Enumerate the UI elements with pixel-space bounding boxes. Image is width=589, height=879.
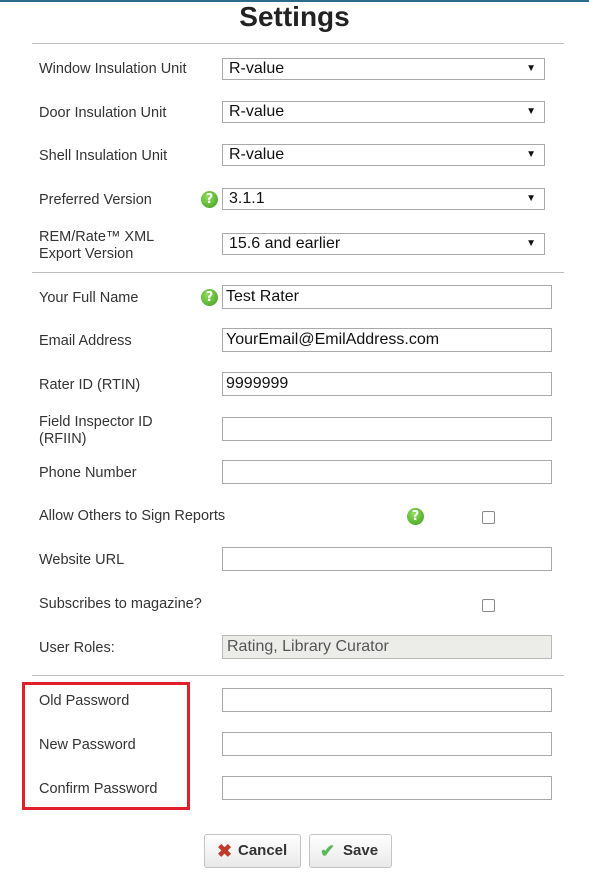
xml-export-label: REM/Rate™ XML Export Version xyxy=(39,229,154,263)
page-title: Settings xyxy=(239,1,350,32)
xml-export-value: 15.6 and earlier xyxy=(229,235,341,252)
window-insulation-label: Window Insulation Unit xyxy=(39,61,187,77)
old-password-input[interactable] xyxy=(222,688,552,712)
phone-label: Phone Number xyxy=(39,465,137,481)
magazine-label: Subscribes to magazine? xyxy=(39,596,202,612)
website-input[interactable] xyxy=(222,547,552,571)
dropdown-arrow-icon: ▼ xyxy=(526,63,536,74)
dropdown-arrow-icon: ▼ xyxy=(526,149,536,160)
save-button[interactable]: ✔ Save xyxy=(309,834,392,868)
save-button-label: Save xyxy=(343,842,379,859)
preferred-version-select[interactable]: 3.1.1 ▼ xyxy=(222,188,545,210)
field-inspector-label: Field Inspector ID (RFIIN) xyxy=(39,414,153,448)
full-name-input[interactable]: Test Rater xyxy=(222,285,552,309)
shell-insulation-select[interactable]: R-value ▼ xyxy=(222,144,545,166)
rater-id-label: Rater ID (RTIN) xyxy=(39,377,141,393)
shell-insulation-value: R-value xyxy=(229,146,285,163)
dropdown-arrow-icon: ▼ xyxy=(526,193,536,204)
xml-export-select[interactable]: 15.6 and earlier ▼ xyxy=(222,233,545,255)
new-password-input[interactable] xyxy=(222,732,552,756)
door-insulation-select[interactable]: R-value ▼ xyxy=(222,101,545,123)
user-roles-field: Rating, Library Curator xyxy=(222,635,552,659)
divider-middle xyxy=(32,272,564,273)
user-roles-label: User Roles: xyxy=(39,640,115,656)
old-password-label: Old Password xyxy=(39,693,130,709)
allow-sign-checkbox[interactable] xyxy=(482,511,495,524)
help-icon[interactable]: ? xyxy=(407,508,424,525)
door-insulation-value: R-value xyxy=(229,103,285,120)
confirm-password-label: Confirm Password xyxy=(39,781,158,797)
full-name-label: Your Full Name xyxy=(39,290,139,306)
divider-top xyxy=(32,43,564,44)
field-inspector-label-line1: Field Inspector ID xyxy=(39,414,153,430)
divider-bottom xyxy=(32,675,564,676)
email-label: Email Address xyxy=(39,333,132,349)
x-icon: ✖ xyxy=(217,841,233,861)
rater-id-input[interactable]: 9999999 xyxy=(222,372,552,396)
field-inspector-input[interactable] xyxy=(222,417,552,441)
confirm-password-input[interactable] xyxy=(222,776,552,800)
preferred-version-value: 3.1.1 xyxy=(229,190,265,207)
door-insulation-label: Door Insulation Unit xyxy=(39,105,167,121)
help-icon[interactable]: ? xyxy=(201,191,218,208)
dropdown-arrow-icon: ▼ xyxy=(526,238,536,249)
preferred-version-label: Preferred Version xyxy=(39,192,152,208)
xml-export-label-line1: REM/Rate™ XML xyxy=(39,229,155,245)
help-icon[interactable]: ? xyxy=(201,289,218,306)
new-password-label: New Password xyxy=(39,737,136,753)
magazine-checkbox[interactable] xyxy=(482,599,495,612)
window-insulation-select[interactable]: R-value ▼ xyxy=(222,58,545,80)
email-input[interactable]: YourEmail@EmilAddress.com xyxy=(222,328,552,352)
cancel-button-label: Cancel xyxy=(238,842,288,859)
shell-insulation-label: Shell Insulation Unit xyxy=(39,148,168,164)
website-label: Website URL xyxy=(39,552,125,568)
allow-sign-label: Allow Others to Sign Reports xyxy=(39,508,226,524)
dropdown-arrow-icon: ▼ xyxy=(526,106,536,117)
window-insulation-value: R-value xyxy=(229,60,285,77)
cancel-button[interactable]: ✖ Cancel xyxy=(204,834,301,868)
field-inspector-label-line2: (RFIIN) xyxy=(39,431,87,447)
checkmark-icon: ✔ xyxy=(320,841,336,861)
phone-input[interactable] xyxy=(222,460,552,484)
xml-export-label-line2: Export Version xyxy=(39,246,134,262)
